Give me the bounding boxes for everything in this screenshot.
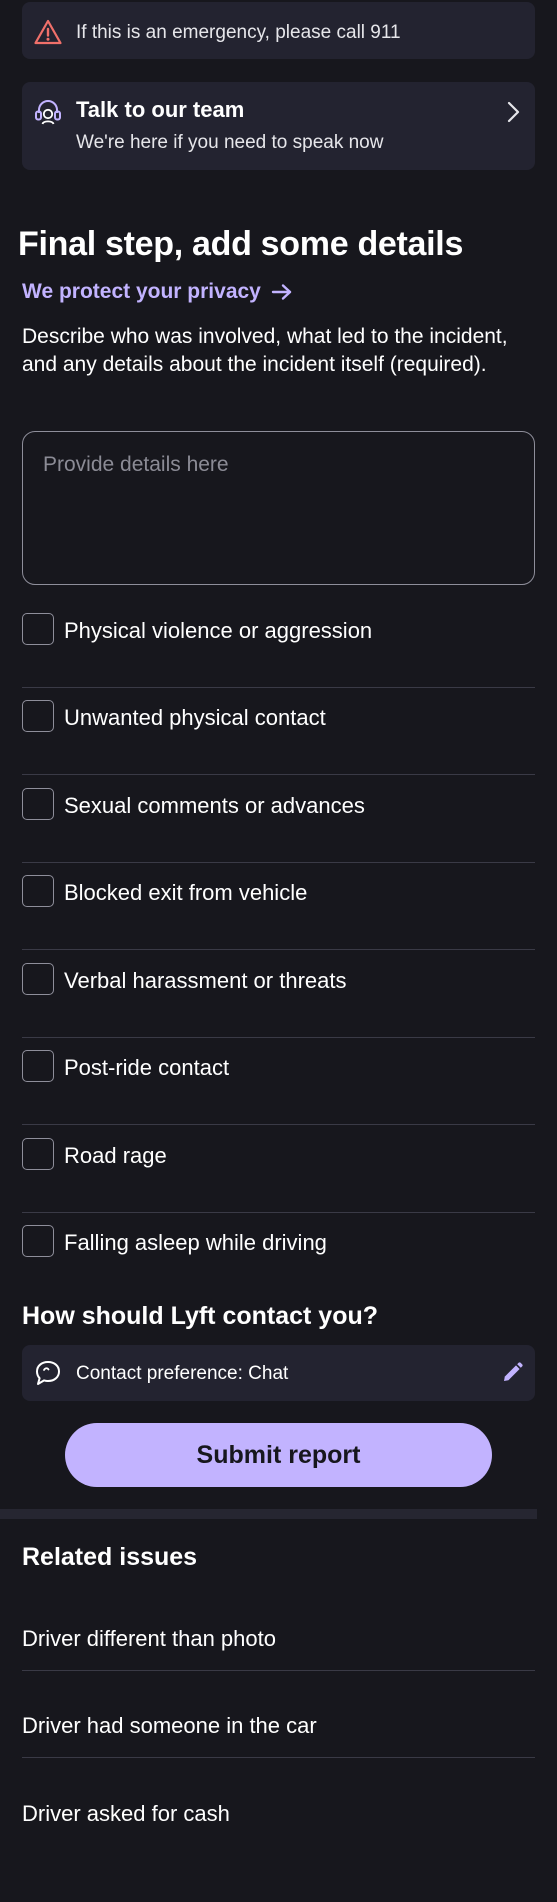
related-issue-item[interactable]: Driver had someone in the car [22,1713,535,1801]
checkbox-sexual-comments[interactable]: Sexual comments or advances [22,788,535,876]
checkbox-label: Verbal harassment or threats [64,968,347,993]
checkbox[interactable] [22,875,54,907]
checkbox-label: Unwanted physical contact [64,705,326,730]
checkbox-label: Post-ride contact [64,1055,230,1080]
checkbox-label: Sexual comments or advances [64,793,365,818]
related-issues-heading: Related issues [22,1543,198,1571]
divider [22,1037,535,1038]
checkbox[interactable] [22,1050,54,1082]
divider [22,1757,535,1758]
talk-to-team-title: Talk to our team [76,97,245,122]
submit-report-button[interactable]: Submit report [65,1423,492,1487]
divider [22,1124,535,1125]
checkbox-physical-violence[interactable]: Physical violence or aggression [22,613,535,701]
checkbox[interactable] [22,788,54,820]
checkbox-label: Falling asleep while driving [64,1230,327,1255]
details-input[interactable] [22,431,535,585]
pencil-edit-icon[interactable] [501,1361,524,1384]
section-divider [0,1509,537,1519]
arrow-right-icon [271,284,292,300]
checkbox-label: Blocked exit from vehicle [64,880,308,905]
checkbox-post-ride-contact[interactable]: Post-ride contact [22,1050,535,1138]
related-issue-item[interactable]: Driver different than photo [22,1626,535,1714]
checkbox[interactable] [22,1138,54,1170]
divider [22,862,535,863]
divider [22,687,535,688]
related-issue-label: Driver different than photo [22,1626,276,1651]
warning-triangle-icon [34,19,62,45]
privacy-link-label: We protect your privacy [22,280,261,303]
checkbox-falling-asleep[interactable]: Falling asleep while driving [22,1225,535,1285]
checkbox[interactable] [22,963,54,995]
privacy-link[interactable]: We protect your privacy [22,280,293,304]
checkbox-blocked-exit[interactable]: Blocked exit from vehicle [22,875,535,963]
checkbox-road-rage[interactable]: Road rage [22,1138,535,1226]
chat-bubble-icon [36,1361,60,1385]
chevron-right-icon [507,101,520,123]
emergency-banner: If this is an emergency, please call 911 [22,2,535,59]
contact-preference-text: Contact preference: Chat [76,1363,289,1384]
checkbox[interactable] [22,613,54,645]
divider [22,1212,535,1213]
details-description: Describe who was involved, what led to t… [22,325,508,376]
talk-to-team-card[interactable]: Talk to our team We're here if you need … [22,82,535,170]
emergency-text: If this is an emergency, please call 911 [76,22,401,43]
checkbox[interactable] [22,700,54,732]
talk-to-team-subtitle: We're here if you need to speak now [76,132,384,153]
checkbox-unwanted-contact[interactable]: Unwanted physical contact [22,700,535,788]
related-issue-item[interactable]: Driver asked for cash [22,1801,535,1889]
divider [22,774,535,775]
checkbox-label: Road rage [64,1143,167,1168]
related-issue-label: Driver asked for cash [22,1801,230,1826]
contact-heading: How should Lyft contact you? [22,1302,379,1330]
divider [22,1670,535,1671]
related-issue-label: Driver had someone in the car [22,1713,317,1738]
headset-support-icon [35,100,61,125]
contact-preference-row[interactable]: Contact preference: Chat [22,1345,535,1401]
checkbox-verbal-harassment[interactable]: Verbal harassment or threats [22,963,535,1051]
checkbox-label: Physical violence or aggression [64,618,373,643]
checkbox[interactable] [22,1225,54,1257]
divider [22,949,535,950]
page-title: Final step, add some details [18,225,464,263]
